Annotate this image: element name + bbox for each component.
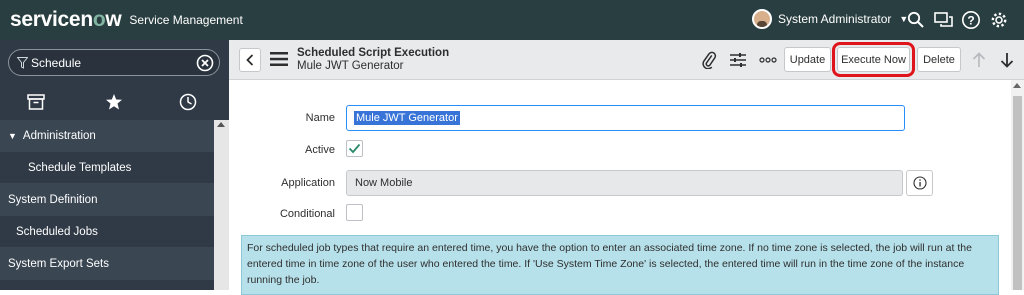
- scrollbar-thumb[interactable]: [1013, 96, 1022, 290]
- user-menu[interactable]: System Administrator ▼: [752, 9, 908, 29]
- table-label: Scheduled Script Execution: [297, 47, 450, 59]
- context-menu-button[interactable]: [270, 51, 288, 67]
- archive-icon[interactable]: [24, 90, 48, 114]
- svg-text:?: ?: [967, 14, 974, 28]
- name-label: Name: [305, 112, 335, 124]
- form-header: Scheduled Script Execution Mule JWT Gene…: [229, 40, 1024, 80]
- arrow-down-icon[interactable]: [997, 50, 1017, 70]
- star-icon[interactable]: [102, 90, 126, 114]
- hamburger-icon: [270, 52, 288, 66]
- main-scrollbar[interactable]: [1011, 80, 1024, 290]
- update-button[interactable]: Update: [784, 47, 831, 72]
- help-icon[interactable]: ?: [961, 10, 981, 30]
- conditional-checkbox[interactable]: [346, 204, 363, 221]
- name-field[interactable]: Mule JWT Generator: [346, 105, 905, 131]
- delete-button[interactable]: Delete: [917, 47, 961, 72]
- servicenow-logo[interactable]: servicenow: [10, 8, 122, 32]
- nav-item-system-export-sets[interactable]: System Export Sets: [0, 248, 214, 280]
- info-icon: [912, 176, 927, 190]
- nav-item-schedule-templates[interactable]: Schedule Templates: [0, 152, 214, 184]
- settings-sliders-icon[interactable]: [728, 50, 748, 70]
- scroll-up-arrow[interactable]: [1013, 83, 1021, 88]
- more-options-icon[interactable]: [758, 50, 778, 70]
- nav-item-administration[interactable]: ▼ Administration: [0, 120, 214, 152]
- active-checkbox[interactable]: [346, 140, 363, 157]
- navigator-tabs: [0, 84, 229, 120]
- navigator-list: ▼ Administration Schedule Templates Syst…: [0, 120, 214, 280]
- application-info-button[interactable]: [906, 170, 933, 196]
- application-label: Application: [281, 177, 335, 189]
- nav-item-scheduled-jobs[interactable]: Scheduled Jobs: [0, 216, 214, 248]
- application-navigator: Schedule ▼ Administration Schedule Templ…: [0, 40, 229, 290]
- product-name: Service Management: [129, 13, 243, 27]
- arrow-up-icon[interactable]: [969, 50, 989, 70]
- conditional-label: Conditional: [279, 208, 335, 220]
- sidebar-scrollbar[interactable]: [214, 120, 229, 290]
- avatar: [752, 9, 772, 29]
- filter-icon: [17, 57, 28, 69]
- name-field-value: Mule JWT Generator: [354, 111, 460, 125]
- form-title: Scheduled Script Execution Mule JWT Gene…: [297, 47, 449, 73]
- chevron-left-icon: [246, 54, 254, 66]
- user-name: System Administrator: [778, 12, 892, 26]
- history-icon[interactable]: [176, 90, 200, 114]
- record-name: Mule JWT Generator: [297, 60, 404, 72]
- gear-icon[interactable]: [989, 10, 1009, 30]
- back-button[interactable]: [239, 48, 261, 72]
- search-icon[interactable]: [906, 10, 926, 30]
- nav-item-system-definition[interactable]: System Definition: [0, 184, 214, 216]
- execute-now-button[interactable]: Execute Now: [832, 42, 915, 77]
- navigator-filter[interactable]: Schedule: [8, 49, 220, 76]
- caret-down-icon: ▼: [8, 130, 17, 141]
- paperclip-icon[interactable]: [699, 50, 719, 70]
- filter-input[interactable]: Schedule: [31, 56, 81, 70]
- active-label: Active: [305, 144, 335, 156]
- clear-filter-icon[interactable]: [196, 54, 214, 72]
- top-header: servicenow Service Management System Adm…: [0, 0, 1024, 40]
- scroll-up-arrow[interactable]: [217, 122, 225, 127]
- time-zone-info-message: For scheduled job types that require an …: [241, 235, 999, 295]
- chat-icon[interactable]: [934, 10, 954, 30]
- record-form: Name Mule JWT Generator Active Applicati…: [229, 80, 1011, 295]
- checkmark-icon: [348, 143, 361, 154]
- application-field: Now Mobile: [346, 170, 903, 196]
